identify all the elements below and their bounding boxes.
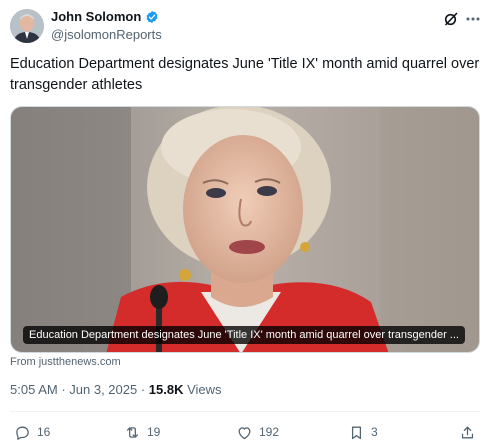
author-display-name[interactable]: John Solomon: [51, 9, 141, 24]
author-handle[interactable]: @jsolomonReports: [51, 27, 162, 42]
like-icon: [238, 426, 251, 439]
link-card[interactable]: Education Department designates June 'Ti…: [10, 106, 480, 353]
repost-icon: [126, 426, 139, 438]
card-caption: Education Department designates June 'Ti…: [23, 326, 465, 344]
like-button[interactable]: 192: [236, 421, 279, 443]
grok-icon[interactable]: [443, 11, 459, 27]
tweet-text: Education Department designates June 'Ti…: [10, 56, 480, 93]
avatar-image: [10, 9, 44, 43]
bookmark-button[interactable]: 3: [348, 421, 378, 443]
views-label: Views: [183, 382, 222, 397]
meta-separator: ·: [137, 382, 149, 397]
meta-separator: ·: [57, 382, 70, 397]
card-photo: [11, 107, 479, 352]
reply-count: 16: [37, 425, 51, 439]
tweet-meta: 5:05 AM · Jun 3, 2025 · 15.8K Views: [10, 382, 222, 397]
views-count: 15.8K: [148, 382, 184, 397]
like-count: 192: [259, 425, 280, 439]
share-icon: [461, 426, 474, 438]
action-bar: 16 19 192 3: [0, 421, 487, 443]
avatar[interactable]: [10, 9, 44, 43]
reply-button[interactable]: 16: [14, 421, 50, 443]
reply-icon: [16, 426, 29, 440]
tweet-time[interactable]: 5:05 AM: [10, 382, 58, 397]
bookmark-icon: [351, 426, 362, 439]
divider: [10, 411, 480, 412]
repost-button[interactable]: 19: [124, 421, 160, 443]
author-name-row[interactable]: John Solomon: [51, 9, 159, 24]
more-icon[interactable]: [464, 11, 482, 27]
repost-count: 19: [147, 425, 161, 439]
bookmark-count: 3: [371, 425, 378, 439]
share-button[interactable]: [459, 421, 476, 443]
tweet-date[interactable]: Jun 3, 2025: [69, 382, 137, 397]
card-source[interactable]: From justthenews.com: [10, 356, 121, 368]
verified-badge-icon: [145, 10, 159, 24]
